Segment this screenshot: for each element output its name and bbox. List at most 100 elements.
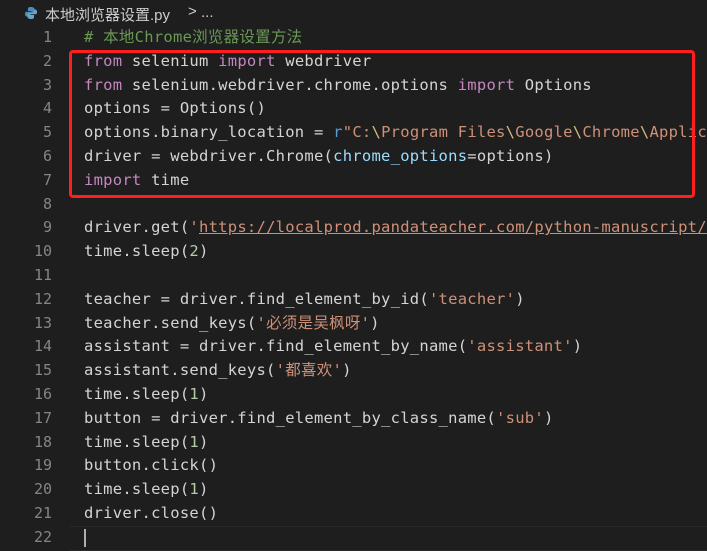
code-token: webdriver (275, 51, 372, 70)
code-line[interactable]: 12 teacher = driver.find_element_by_id('t… (0, 288, 707, 312)
code-token: Chrome (582, 123, 640, 142)
line-number: 17 (33, 408, 52, 427)
line-number: 10 (33, 242, 52, 261)
code-token: options.binary_location = (84, 123, 334, 142)
line-number: 16 (33, 385, 52, 403)
code-line[interactable]: 7 import time (0, 169, 707, 193)
code-text: options = Options() (84, 97, 266, 121)
code-line[interactable]: 2 from selenium import webdriver (0, 50, 707, 74)
code-line[interactable]: 13 teacher.send_keys('必须是吴枫呀') (0, 312, 707, 336)
code-token: "C: (342, 123, 372, 142)
line-number: 2 (42, 51, 52, 70)
line-number: 4 (42, 99, 52, 118)
code-token: time.sleep( (84, 432, 190, 451)
code-token: ) (515, 289, 525, 308)
line-number: 14 (33, 337, 52, 356)
code-token: driver.close() (84, 504, 219, 522)
code-token: # 本地Chrome浏览器设置方法 (84, 28, 303, 46)
code-token: time.sleep( (84, 242, 190, 261)
code-token: import (84, 170, 142, 189)
code-token: time (141, 170, 190, 189)
line-number: 22 (33, 527, 52, 546)
breadcrumb-more[interactable]: ... (201, 4, 214, 21)
code-text: from selenium.webdriver.chrome.options i… (84, 74, 592, 98)
code-token: selenium.webdriver.chrome.options (122, 75, 458, 94)
line-number: 18 (33, 432, 52, 451)
line-number: 5 (42, 123, 52, 142)
code-token: ) (370, 313, 380, 332)
code-line[interactable]: 10 time.sleep(2) (0, 240, 707, 264)
code-line[interactable]: 6 driver = webdriver.Chrome(chrome_option… (0, 145, 707, 169)
code-line[interactable]: 9 driver.get('https://localprod.pandateac… (0, 216, 707, 240)
code-token: ) (543, 408, 554, 427)
code-text: # 本地Chrome浏览器设置方法 (84, 26, 302, 50)
code-line[interactable]: 11 (0, 264, 707, 288)
breadcrumb-file-name[interactable]: 本地浏览器设置.py (45, 4, 170, 25)
text-cursor (84, 528, 86, 547)
code-token: ) (342, 361, 352, 380)
code-line[interactable]: 15 assistant.send_keys('都喜欢') (0, 359, 707, 383)
code-line[interactable]: 8 (0, 193, 707, 217)
code-line[interactable]: 16 time.sleep(1) (0, 383, 707, 407)
code-line[interactable]: 4 options = Options() (0, 97, 707, 121)
code-line[interactable]: 22 (0, 525, 707, 551)
code-text: assistant.send_keys('都喜欢') (84, 359, 352, 383)
line-number: 19 (33, 456, 52, 475)
code-line[interactable]: 21 driver.close() (0, 502, 707, 526)
python-file-icon (25, 7, 37, 19)
code-line[interactable]: 5 options.binary_location = r"C:\Program … (0, 121, 707, 145)
code-token: ) (572, 337, 583, 356)
code-line[interactable]: 19 button.click() (0, 454, 707, 478)
code-line[interactable]: 17 button = driver.find_element_by_class_… (0, 407, 707, 431)
code-text: button.click() (84, 454, 218, 478)
code-token: 2 (189, 242, 199, 261)
code-token: \ (572, 123, 583, 142)
line-number: 9 (42, 218, 52, 237)
code-token: 1 (189, 480, 199, 499)
code-token: Google (515, 123, 573, 142)
code-editor[interactable]: 1 # 本地Chrome浏览器设置方法 2 from selenium import … (0, 26, 707, 551)
code-text: assistant = driver.find_element_by_name(… (84, 335, 582, 359)
code-token: r (333, 123, 343, 142)
code-text: teacher = driver.find_element_by_id('tea… (84, 288, 525, 312)
code-token: button.click() (84, 456, 219, 475)
code-line[interactable]: 14 assistant = driver.find_element_by_nam… (0, 335, 707, 359)
code-text: from selenium import webdriver (84, 50, 371, 74)
code-token: ) (199, 385, 209, 403)
code-token: from (84, 75, 123, 94)
code-text: driver = webdriver.Chrome(chrome_options… (84, 145, 554, 169)
line-number: 21 (33, 504, 52, 522)
code-line[interactable]: 20 time.sleep(1) (0, 478, 707, 502)
code-line[interactable]: 18 time.sleep(1) (0, 431, 707, 455)
code-token: import (218, 51, 276, 70)
current-line-highlight (70, 525, 707, 551)
code-token: \ (639, 123, 650, 142)
code-token: Applic (649, 123, 707, 142)
code-token: options = Options() (84, 99, 267, 118)
code-token: time.sleep( (84, 385, 190, 403)
line-number: 6 (42, 147, 52, 165)
code-token: ) (199, 480, 209, 499)
code-token: https://localprod.pandateacher.com/pytho… (199, 218, 707, 237)
line-number: 11 (33, 266, 52, 284)
code-token: selenium (122, 51, 219, 70)
code-token: driver.get( (84, 218, 190, 237)
code-line[interactable]: 3 from selenium.webdriver.chrome.options … (0, 74, 707, 98)
line-number: 13 (33, 313, 52, 332)
code-token: '都喜欢' (275, 361, 343, 380)
code-token: from (84, 51, 123, 70)
code-line[interactable]: 1 # 本地Chrome浏览器设置方法 (0, 26, 707, 50)
code-token: teacher.send_keys( (84, 313, 257, 332)
code-token: Options (515, 75, 592, 94)
code-text: button = driver.find_element_by_class_na… (84, 407, 554, 431)
code-token: 1 (189, 385, 199, 403)
code-token: \ (505, 123, 516, 142)
code-token: time.sleep( (84, 480, 190, 499)
code-token: =options) (467, 147, 554, 165)
code-token: teacher = driver.find_element_by_id( (84, 289, 429, 308)
code-text: import time (84, 169, 189, 193)
line-number: 3 (42, 75, 52, 94)
code-token: import (457, 75, 516, 94)
line-number: 1 (42, 28, 52, 46)
code-text: time.sleep(1) (84, 478, 209, 502)
